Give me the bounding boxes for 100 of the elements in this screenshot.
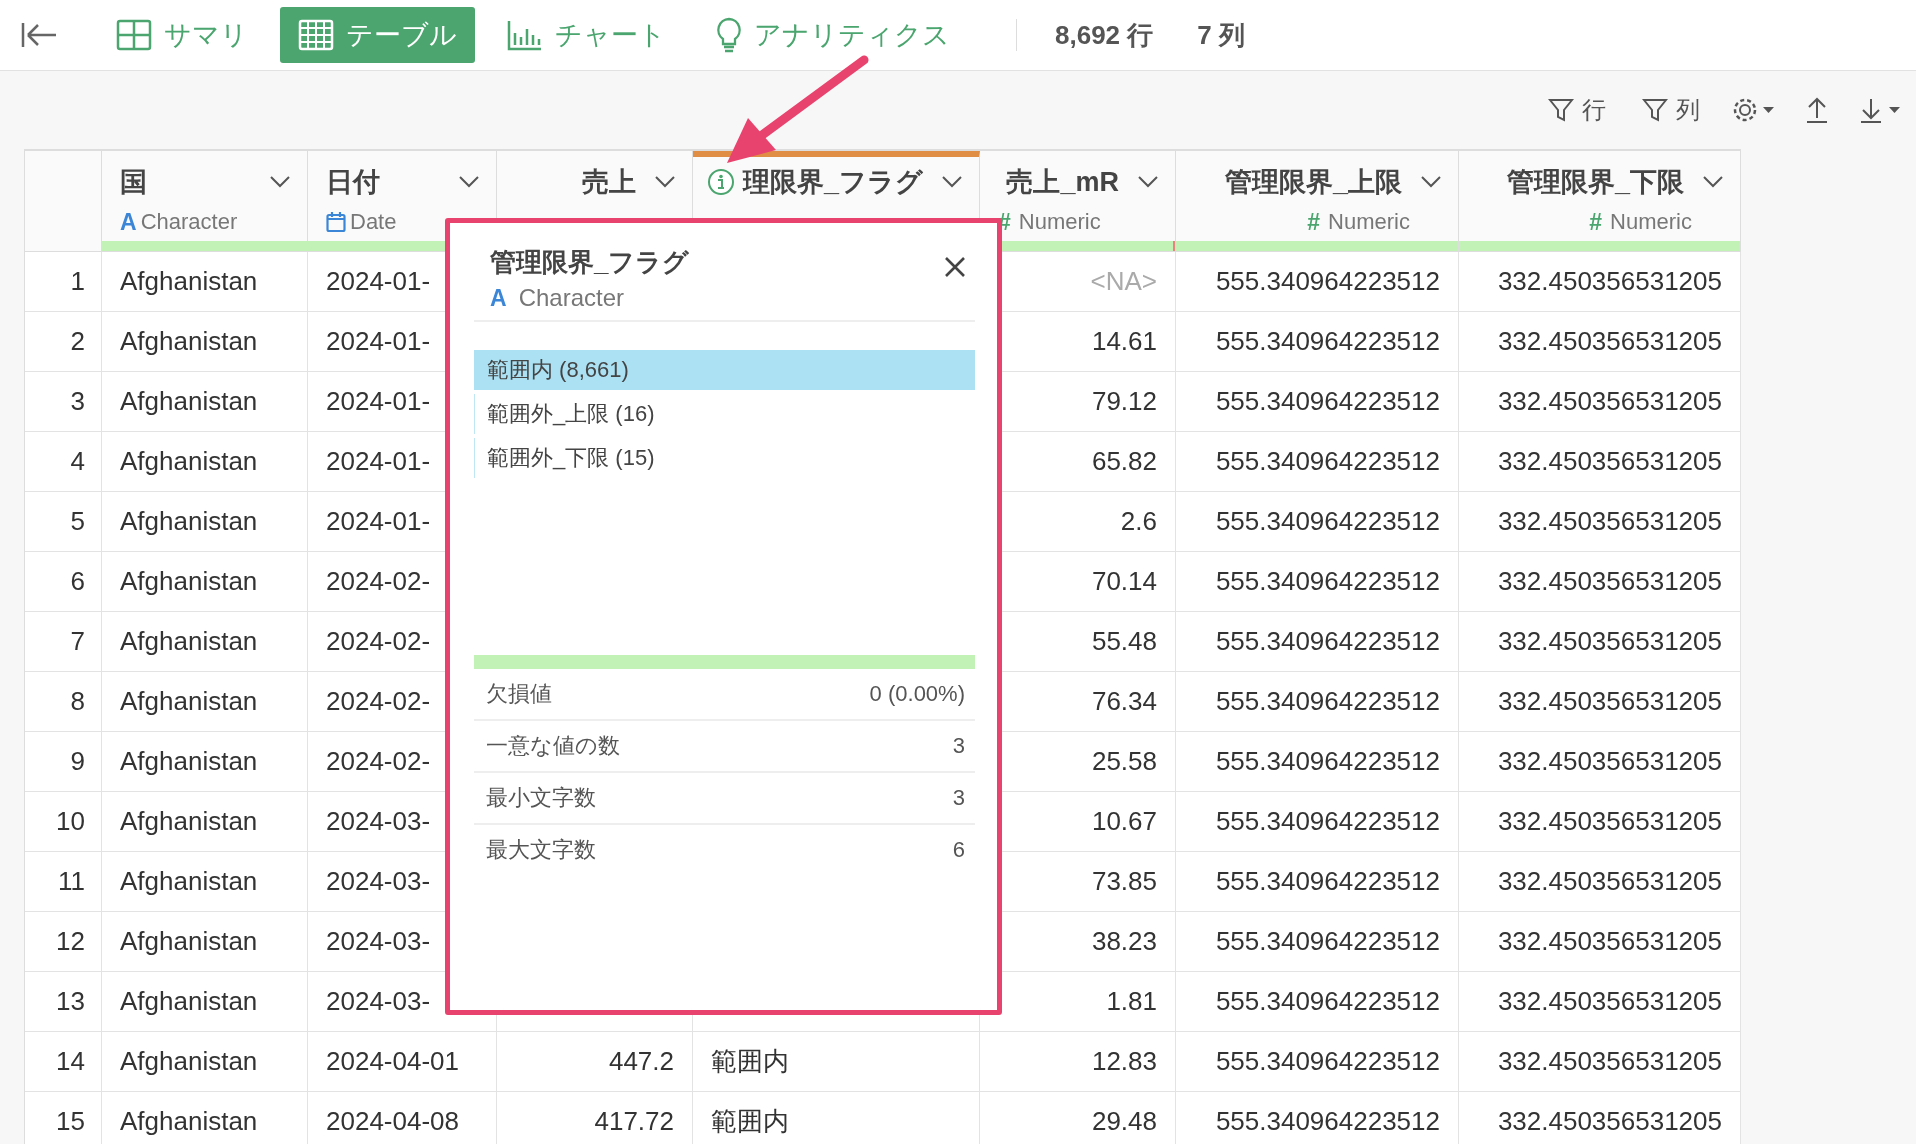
chevron-down-icon[interactable] xyxy=(1137,175,1159,189)
bar-chart-icon xyxy=(507,19,543,51)
column-count: 7 列 xyxy=(1197,18,1245,52)
table-cell: Afghanistan xyxy=(102,252,308,311)
table-cell: Afghanistan xyxy=(102,912,308,971)
table-cell: Afghanistan xyxy=(102,852,308,911)
row-number: 8 xyxy=(25,672,102,731)
row-filter-button[interactable]: 行 xyxy=(1544,94,1610,126)
row-number: 13 xyxy=(25,972,102,1031)
table-cell: 555.340964223512 xyxy=(1176,252,1459,311)
table-cell: 332.450356531205 xyxy=(1459,552,1741,611)
table-cell: 332.450356531205 xyxy=(1459,312,1741,371)
table-cell: 555.340964223512 xyxy=(1176,492,1459,551)
row-number: 2 xyxy=(25,312,102,371)
table-cell: 555.340964223512 xyxy=(1176,312,1459,371)
table-cell: 332.450356531205 xyxy=(1459,792,1741,851)
table-cell: 332.450356531205 xyxy=(1459,612,1741,671)
calendar-icon xyxy=(326,211,346,233)
type-glyph: # xyxy=(1589,208,1603,236)
table-cell: 555.340964223512 xyxy=(1176,972,1459,1031)
row-number: 10 xyxy=(25,792,102,851)
column-type: Numeric xyxy=(1018,209,1101,235)
table-cell: 555.340964223512 xyxy=(1176,612,1459,671)
column-type: Character xyxy=(518,284,624,312)
table-cell: 29.48 xyxy=(980,1092,1176,1144)
table-cell: 417.72 xyxy=(497,1092,693,1144)
table-cell: Afghanistan xyxy=(102,972,308,1031)
table-cell: 332.450356531205 xyxy=(1459,432,1741,491)
table-cell: Afghanistan xyxy=(102,372,308,431)
close-icon[interactable] xyxy=(943,255,967,279)
column-header[interactable]: 管理限界_上限 # Numeric xyxy=(1176,151,1459,251)
table-cell: 555.340964223512 xyxy=(1176,792,1459,851)
chevron-down-icon[interactable] xyxy=(1702,175,1724,189)
column-header[interactable]: 管理限界_下限 # Numeric xyxy=(1459,151,1741,251)
stat-value: 0 (0.00%) xyxy=(869,681,965,707)
column-type: Numeric xyxy=(1328,209,1410,235)
column-name: 国 xyxy=(120,166,147,199)
chevron-down-icon[interactable] xyxy=(458,175,480,189)
table-icon xyxy=(298,19,334,51)
stat-value: 3 xyxy=(952,733,965,759)
table-cell: Afghanistan xyxy=(102,312,308,371)
table-cell: 332.450356531205 xyxy=(1459,732,1741,791)
value-item[interactable]: 範囲外_上限 (16) xyxy=(474,394,975,434)
chevron-down-icon[interactable] xyxy=(1420,175,1442,189)
table-cell: 範囲内 xyxy=(693,1032,980,1091)
chevron-down-icon[interactable] xyxy=(654,175,676,189)
filter-icon xyxy=(1548,97,1574,123)
table-cell: 555.340964223512 xyxy=(1176,852,1459,911)
table-cell: 555.340964223512 xyxy=(1176,912,1459,971)
table-cell: 12.83 xyxy=(980,1032,1176,1091)
column-name: 日付 xyxy=(326,166,380,199)
download-icon[interactable] xyxy=(1858,96,1902,124)
table-cell: 332.450356531205 xyxy=(1459,912,1741,971)
column-type: Character xyxy=(140,209,238,235)
row-number: 7 xyxy=(25,612,102,671)
settings-icon[interactable] xyxy=(1732,96,1776,124)
table-cell: 555.340964223512 xyxy=(1176,732,1459,791)
table-cell: 332.450356531205 xyxy=(1459,1092,1741,1144)
table-cell: 332.450356531205 xyxy=(1459,372,1741,431)
table-cell: 332.450356531205 xyxy=(1459,852,1741,911)
table-cell: 2024-04-08 xyxy=(308,1092,497,1144)
table-cell: Afghanistan xyxy=(102,612,308,671)
value-item[interactable]: 範囲外_下限 (15) xyxy=(474,438,975,478)
row-number: 9 xyxy=(25,732,102,791)
value-item[interactable]: 範囲内 (8,661) xyxy=(474,350,975,390)
table-cell: 555.340964223512 xyxy=(1176,372,1459,431)
table-cell: 555.340964223512 xyxy=(1176,672,1459,731)
type-glyph: # xyxy=(1307,208,1321,236)
column-type: Numeric xyxy=(1610,209,1692,235)
table-cell: 555.340964223512 xyxy=(1176,1032,1459,1091)
column-name: 管理限界_下限 xyxy=(1506,166,1684,199)
table-cell: 555.340964223512 xyxy=(1176,432,1459,491)
table-cell: 332.450356531205 xyxy=(1459,492,1741,551)
chevron-down-icon[interactable] xyxy=(269,175,291,189)
type-glyph: A xyxy=(120,208,137,236)
table-cell: 447.2 xyxy=(497,1032,693,1091)
table-cell: 2024-04-01 xyxy=(308,1032,497,1091)
table-cell: 範囲内 xyxy=(693,1092,980,1144)
column-name: 理限界_フラグ xyxy=(743,166,924,199)
table-cell: Afghanistan xyxy=(102,492,308,551)
back-icon[interactable] xyxy=(20,20,58,50)
row-number: 5 xyxy=(25,492,102,551)
table-cell: Afghanistan xyxy=(102,732,308,791)
table-cell: Afghanistan xyxy=(102,432,308,491)
table-cell: Afghanistan xyxy=(102,792,308,851)
row-number: 11 xyxy=(25,852,102,911)
row-number: 4 xyxy=(25,432,102,491)
chevron-down-icon[interactable] xyxy=(941,175,963,189)
column-filter-button[interactable]: 列 xyxy=(1638,94,1704,126)
table-cell: 555.340964223512 xyxy=(1176,552,1459,611)
column-name: 売上 xyxy=(582,166,636,199)
row-count: 8,692 行 xyxy=(1055,18,1154,52)
table-cell: Afghanistan xyxy=(102,1092,308,1144)
grid-icon xyxy=(116,19,152,51)
row-number: 6 xyxy=(25,552,102,611)
row-number: 1 xyxy=(25,252,102,311)
column-name: 管理限界_上限 xyxy=(1224,166,1402,199)
column-header[interactable]: 国 A Character xyxy=(102,151,308,251)
upload-icon[interactable] xyxy=(1804,96,1830,124)
filter-icon xyxy=(1642,97,1668,123)
